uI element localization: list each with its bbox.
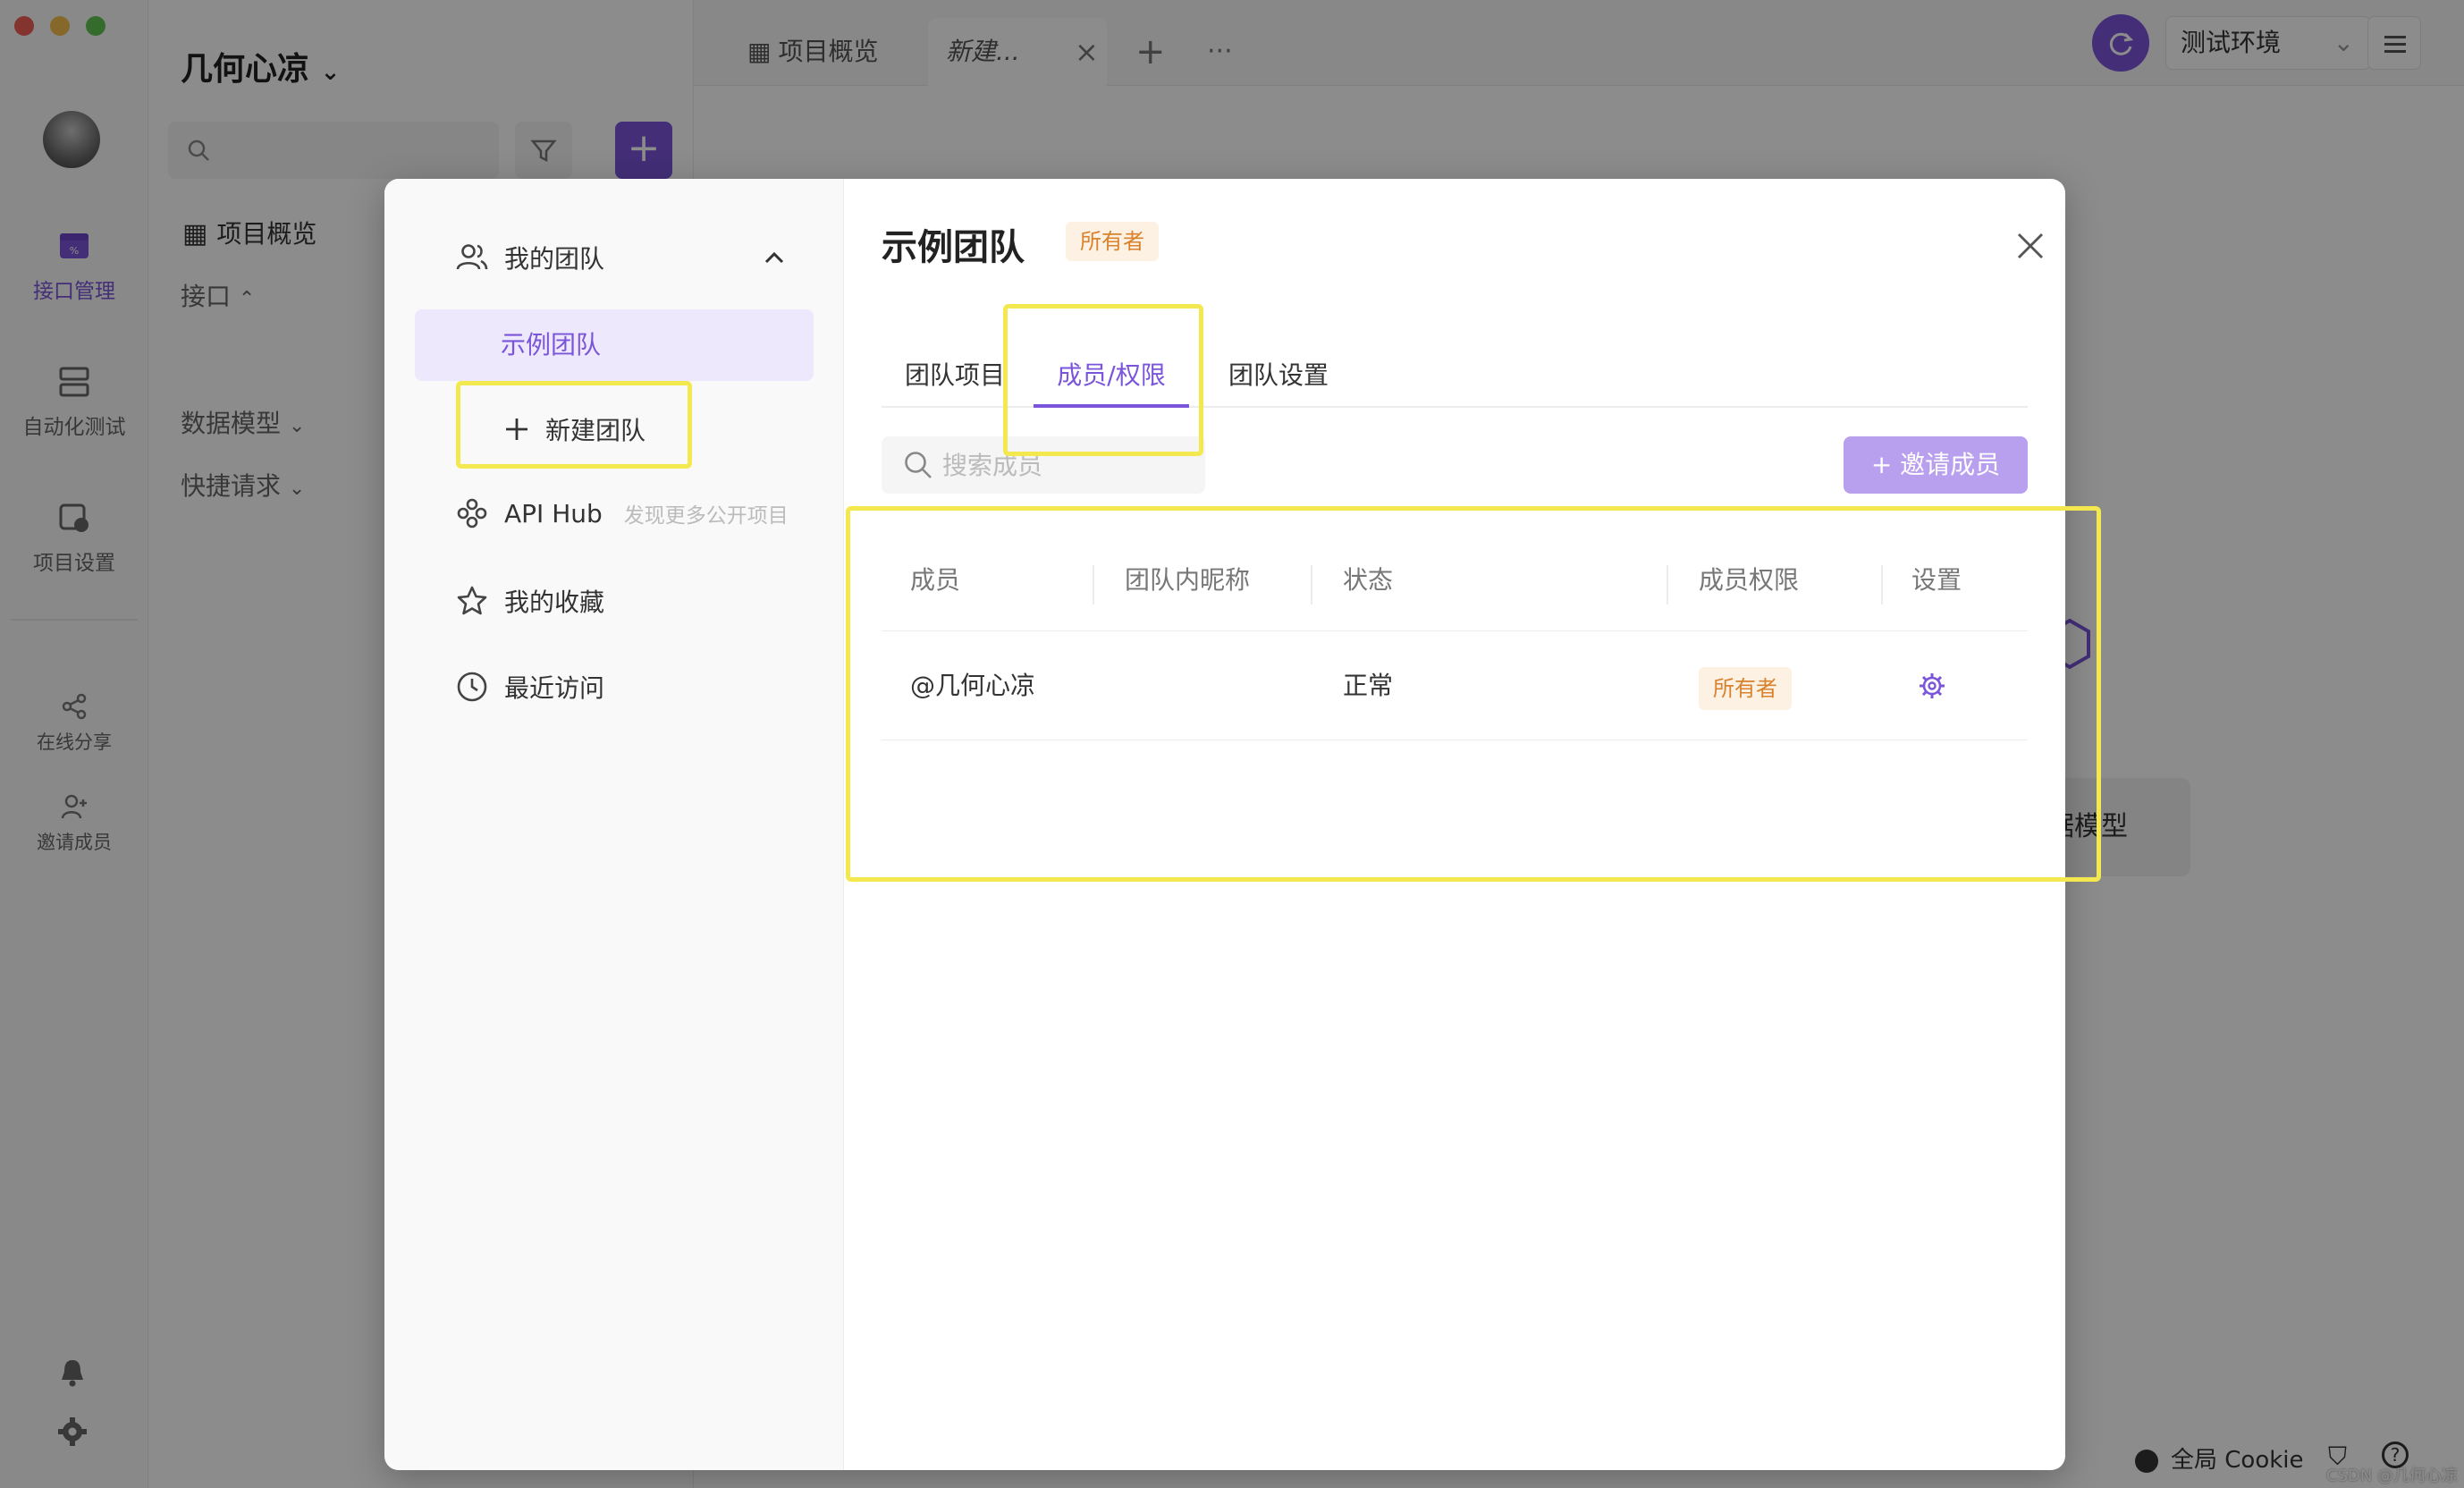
sidebar-item-api-hub[interactable]: API Hub 发现更多公开项目 xyxy=(456,497,789,529)
chevron-up-icon[interactable] xyxy=(764,250,785,265)
star-icon xyxy=(457,586,487,615)
highlight-members-table xyxy=(846,506,2101,882)
sidebar-item-recent[interactable]: 最近访问 xyxy=(456,669,604,705)
team-icon xyxy=(456,244,488,270)
team-sidebar: 我的团队 示例团队 新建团队 API Hub 发现更多公开项目 我的收藏 最近访… xyxy=(384,179,844,1470)
team-title: 示例团队 xyxy=(882,227,1025,268)
sidebar-item-example-team[interactable]: 示例团队 xyxy=(415,309,814,381)
highlight-members-tab xyxy=(1003,304,1203,456)
clock-icon xyxy=(457,672,487,702)
tab-team-settings[interactable]: 团队设置 xyxy=(1228,347,1329,408)
api-hub-icon xyxy=(457,498,487,528)
api-hub-hint: 发现更多公开项目 xyxy=(623,504,789,528)
highlight-new-team xyxy=(456,381,692,469)
sidebar-item-my-team[interactable]: 我的团队 xyxy=(456,240,604,275)
sidebar-item-favorites[interactable]: 我的收藏 xyxy=(456,583,604,619)
invite-member-button[interactable]: + 邀请成员 xyxy=(1844,436,2028,494)
search-icon xyxy=(905,452,932,478)
close-icon[interactable] xyxy=(2015,231,2046,261)
owner-badge: 所有者 xyxy=(1066,222,1159,261)
tab-team-projects[interactable]: 团队项目 xyxy=(905,347,1005,408)
